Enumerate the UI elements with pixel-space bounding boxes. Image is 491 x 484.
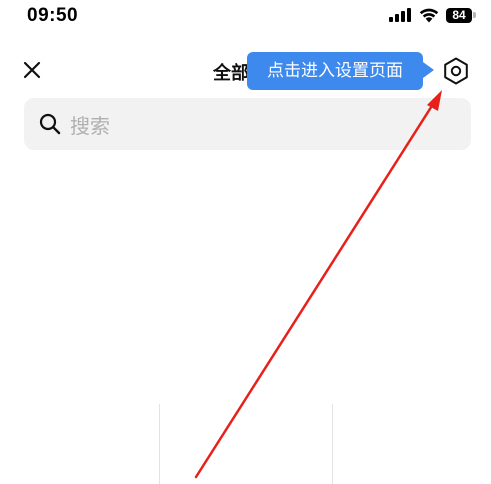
- tooltip-pointer: [423, 62, 434, 78]
- search-icon: [39, 113, 61, 135]
- battery-icon: 84: [446, 7, 476, 23]
- content-frame: [159, 404, 333, 484]
- search-placeholder: 搜索: [70, 114, 110, 138]
- close-icon[interactable]: [18, 56, 46, 84]
- wifi-icon: [419, 8, 439, 23]
- search-input[interactable]: 搜索: [24, 98, 471, 150]
- page-title: 全部: [213, 63, 249, 84]
- status-bar: 09:50 84: [0, 0, 491, 34]
- battery-tip: [473, 12, 476, 18]
- signal-icon: [389, 8, 411, 22]
- settings-tooltip: 点击进入设置页面: [247, 52, 423, 90]
- status-time: 09:50: [27, 5, 79, 26]
- gear-icon[interactable]: [441, 56, 471, 86]
- battery-level: 84: [446, 7, 472, 23]
